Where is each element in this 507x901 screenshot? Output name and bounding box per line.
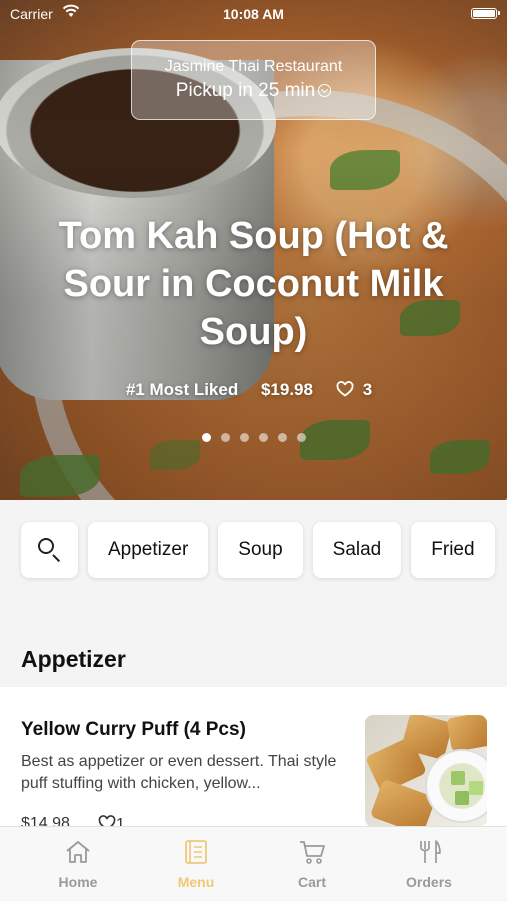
carousel-dot[interactable]	[239, 433, 249, 442]
pickup-info-pill[interactable]: Jasmine Thai Restaurant Pickup in 25 min	[131, 40, 376, 120]
featured-likes-count: 3	[362, 380, 373, 399]
carousel-dot[interactable]	[296, 433, 306, 442]
home-icon	[66, 841, 90, 863]
battery-icon	[471, 8, 500, 19]
cucumber-decoration	[455, 791, 469, 805]
menu-icon	[185, 840, 207, 864]
search-icon	[38, 538, 54, 554]
tab-orders[interactable]: Orders	[366, 827, 492, 901]
tab-home[interactable]: Home	[15, 827, 141, 901]
clock: 10:08 AM	[223, 6, 284, 22]
heart-icon	[336, 381, 354, 397]
tab-cart[interactable]: Cart	[249, 827, 375, 901]
chevron-down-icon	[318, 84, 332, 97]
tab-menu-label: Menu	[177, 874, 215, 890]
section-title: Appetizer	[21, 646, 126, 672]
item-name: Yellow Curry Puff (4 Pcs)	[21, 719, 246, 740]
tab-orders-label: Orders	[406, 874, 452, 890]
tab-bar: Home Menu Cart Orders	[0, 826, 507, 900]
cart-icon	[300, 841, 325, 864]
featured-dish-meta: #1 Most Liked $19.98 3	[0, 380, 507, 400]
most-liked-badge: #1 Most Liked	[125, 380, 239, 399]
restaurant-name: Jasmine Thai Restaurant	[164, 58, 343, 75]
carousel-dot[interactable]	[258, 433, 268, 442]
pickup-time: Pickup in 25 min	[132, 80, 375, 102]
carousel-page-indicator[interactable]	[0, 429, 507, 447]
carousel-dot[interactable]	[201, 433, 211, 442]
tab-menu[interactable]: Menu	[133, 827, 259, 901]
item-photo	[365, 715, 487, 827]
featured-dish-title: Tom Kah Soup (Hot & Sour in Coconut Milk…	[58, 215, 449, 353]
category-chip-soup[interactable]: Soup	[218, 522, 303, 578]
cucumber-decoration	[469, 781, 483, 795]
search-button[interactable]	[21, 522, 78, 578]
pickup-time-label: Pickup in 25 min	[175, 80, 316, 101]
featured-price: $19.98	[260, 380, 313, 399]
tab-home-label: Home	[58, 874, 98, 890]
carousel-dot[interactable]	[277, 433, 287, 442]
category-chip-appetizer[interactable]: Appetizer	[88, 522, 209, 578]
status-bar: Carrier 10:08 AM	[0, 0, 507, 28]
category-chip-fried[interactable]: Fried	[411, 522, 495, 578]
tab-cart-label: Cart	[297, 874, 326, 890]
menu-item[interactable]: Yellow Curry Puff (4 Pcs) Best as appeti…	[0, 687, 507, 827]
item-description: Best as appetizer or even dessert. Thai …	[21, 753, 337, 792]
cucumber-decoration	[451, 771, 465, 785]
featured-likes: 3	[336, 380, 381, 399]
featured-hero[interactable]: Carrier 10:08 AM Jasmine Thai Restaurant…	[0, 0, 507, 500]
category-bar[interactable]: Appetizer Soup Salad Fried	[21, 522, 505, 578]
carousel-dot[interactable]	[220, 433, 230, 442]
puff-decoration	[446, 715, 487, 753]
utensils-icon	[420, 840, 441, 863]
category-chip-salad[interactable]: Salad	[312, 522, 402, 578]
